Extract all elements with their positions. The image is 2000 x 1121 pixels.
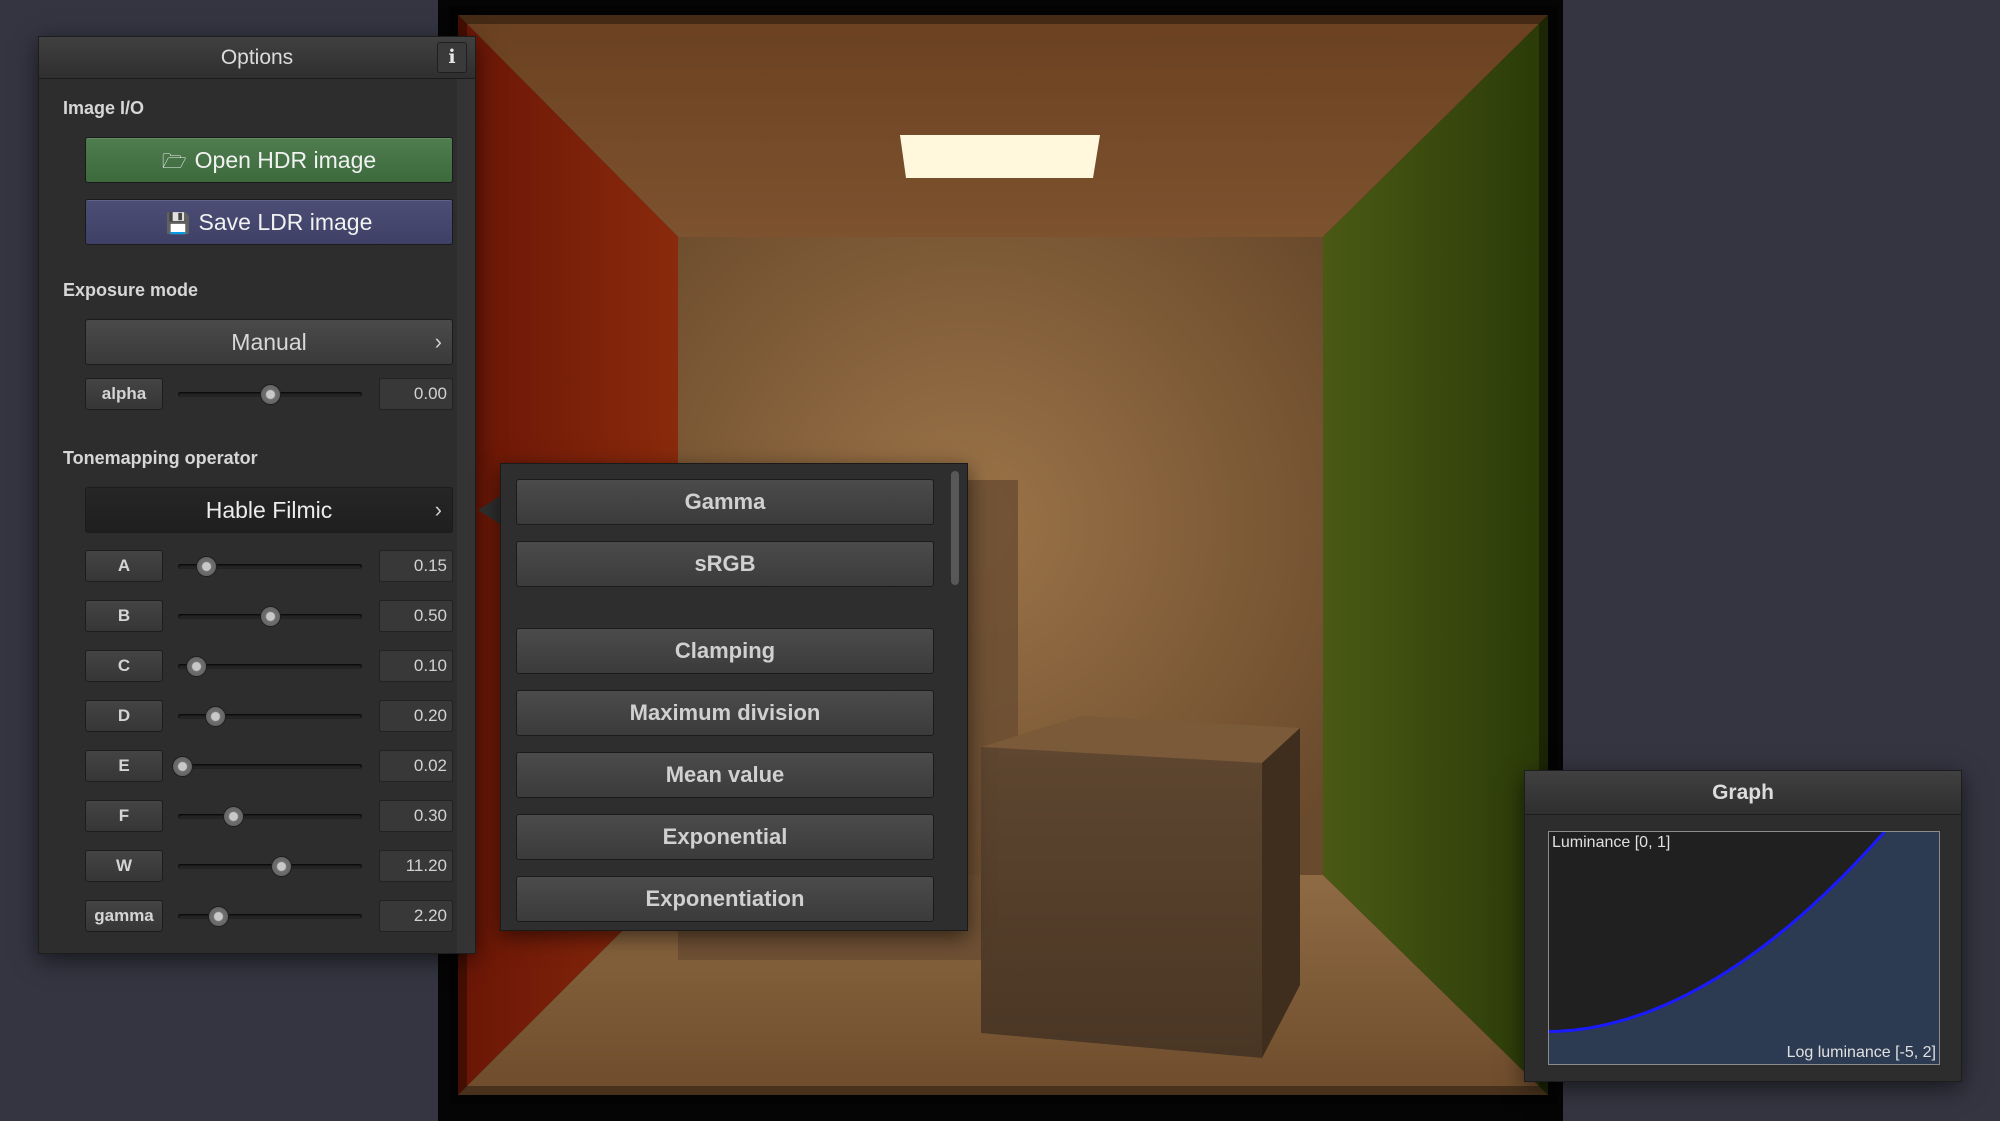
exposure-mode-value: Manual (231, 329, 307, 355)
param-value[interactable]: 2.20 (379, 900, 453, 932)
param-label: E (85, 750, 163, 782)
tonemapping-heading: Tonemapping operator (63, 448, 258, 468)
chevron-right-icon: › (434, 497, 442, 522)
folder-open-icon: 🗁 (161, 151, 187, 173)
exposure-mode-combo[interactable]: Manual › (85, 319, 453, 365)
param-row-w: W 11.20 (85, 848, 457, 884)
tonemapping-operator-popup: Gamma sRGB Clamping Maximum division Mean va… (500, 463, 968, 931)
open-hdr-button[interactable]: 🗁 Open HDR image (85, 137, 453, 183)
tonemapping-operator-combo[interactable]: Hable Filmic › (85, 487, 453, 533)
tonemap-curve-plot: Luminance [0, 1] Log luminance [-5, 2] (1548, 831, 1940, 1065)
graph-title[interactable]: Graph (1525, 771, 1961, 815)
param-value[interactable]: 11.20 (379, 850, 453, 882)
slider-knob[interactable] (195, 556, 217, 577)
slider-knob[interactable] (186, 656, 208, 677)
popup-item-exponential[interactable]: Exponential (516, 814, 934, 860)
param-label: B (85, 600, 163, 632)
param-label: F (85, 800, 163, 832)
info-icon: i (448, 46, 456, 68)
param-value[interactable]: 0.10 (379, 650, 453, 682)
save-ldr-button[interactable]: 💾 Save LDR image (85, 199, 453, 245)
param-value[interactable]: 0.02 (379, 750, 453, 782)
popup-item-srgb[interactable]: sRGB (516, 541, 934, 587)
x-axis-label: Log luminance [-5, 2] (1786, 1044, 1936, 1061)
param-label: gamma (85, 900, 163, 932)
slider-track[interactable] (178, 864, 362, 869)
slider-knob[interactable] (208, 906, 230, 927)
popup-item-exponentiation[interactable]: Exponentiation (516, 876, 934, 922)
options-title-text: Options (220, 46, 294, 69)
popup-pointer (478, 496, 500, 524)
slider-knob[interactable] (204, 706, 226, 727)
image-io-heading: Image I/O (63, 98, 145, 118)
param-row-f: F 0.30 (85, 798, 457, 834)
param-row-c: C 0.10 (85, 648, 457, 684)
param-row-a: A 0.15 (85, 548, 457, 584)
popup-item-mean-value[interactable]: Mean value (516, 752, 934, 798)
chevron-right-icon: › (434, 329, 442, 354)
popup-item-maximum-division[interactable]: Maximum division (516, 690, 934, 736)
param-label: C (85, 650, 163, 682)
slider-knob[interactable] (271, 856, 293, 877)
param-row-alpha: alpha 0.00 (85, 376, 457, 412)
floppy-disk-icon: 💾 (165, 213, 191, 235)
info-button[interactable]: i (437, 42, 467, 73)
options-scrollbar[interactable] (457, 79, 475, 953)
exposure-mode-heading: Exposure mode (63, 280, 199, 300)
options-title[interactable]: Options i (39, 37, 475, 79)
slider-knob[interactable] (171, 756, 193, 777)
slider-track[interactable] (178, 814, 362, 819)
param-label: D (85, 700, 163, 732)
popup-item-gamma[interactable]: Gamma (516, 479, 934, 525)
param-label: W (85, 850, 163, 882)
param-row-e: E 0.02 (85, 748, 457, 784)
slider-knob[interactable] (223, 806, 245, 827)
tonemapping-operator-value: Hable Filmic (205, 497, 333, 523)
param-value[interactable]: 0.15 (379, 550, 453, 582)
curve-area (1549, 832, 1939, 1064)
param-label: alpha (85, 378, 163, 410)
param-row-b: B 0.50 (85, 598, 457, 634)
slider-track[interactable] (178, 764, 362, 769)
popup-item-clamping[interactable]: Clamping (516, 628, 934, 674)
curve-canvas (1549, 832, 1939, 1064)
slider-knob[interactable] (260, 384, 281, 405)
slider-knob[interactable] (260, 606, 281, 627)
popup-scrollbar[interactable] (951, 471, 959, 585)
open-hdr-label: Open HDR image (194, 147, 377, 173)
save-ldr-label: Save LDR image (198, 209, 373, 235)
options-window: Options i Image I/O 🗁 Open HDR image 💾 Sav… (38, 36, 476, 954)
param-value[interactable]: 0.00 (379, 378, 453, 410)
graph-window: Graph Luminance [0, 1] Log luminance [-5… (1524, 770, 1962, 1082)
param-row-gamma: gamma 2.20 (85, 898, 457, 934)
y-axis-label: Luminance [0, 1] (1552, 834, 1671, 851)
param-value[interactable]: 0.50 (379, 600, 453, 632)
param-row-d: D 0.20 (85, 698, 457, 734)
param-label: A (85, 550, 163, 582)
param-value[interactable]: 0.30 (379, 800, 453, 832)
param-value[interactable]: 0.20 (379, 700, 453, 732)
slider-track[interactable] (178, 914, 362, 919)
